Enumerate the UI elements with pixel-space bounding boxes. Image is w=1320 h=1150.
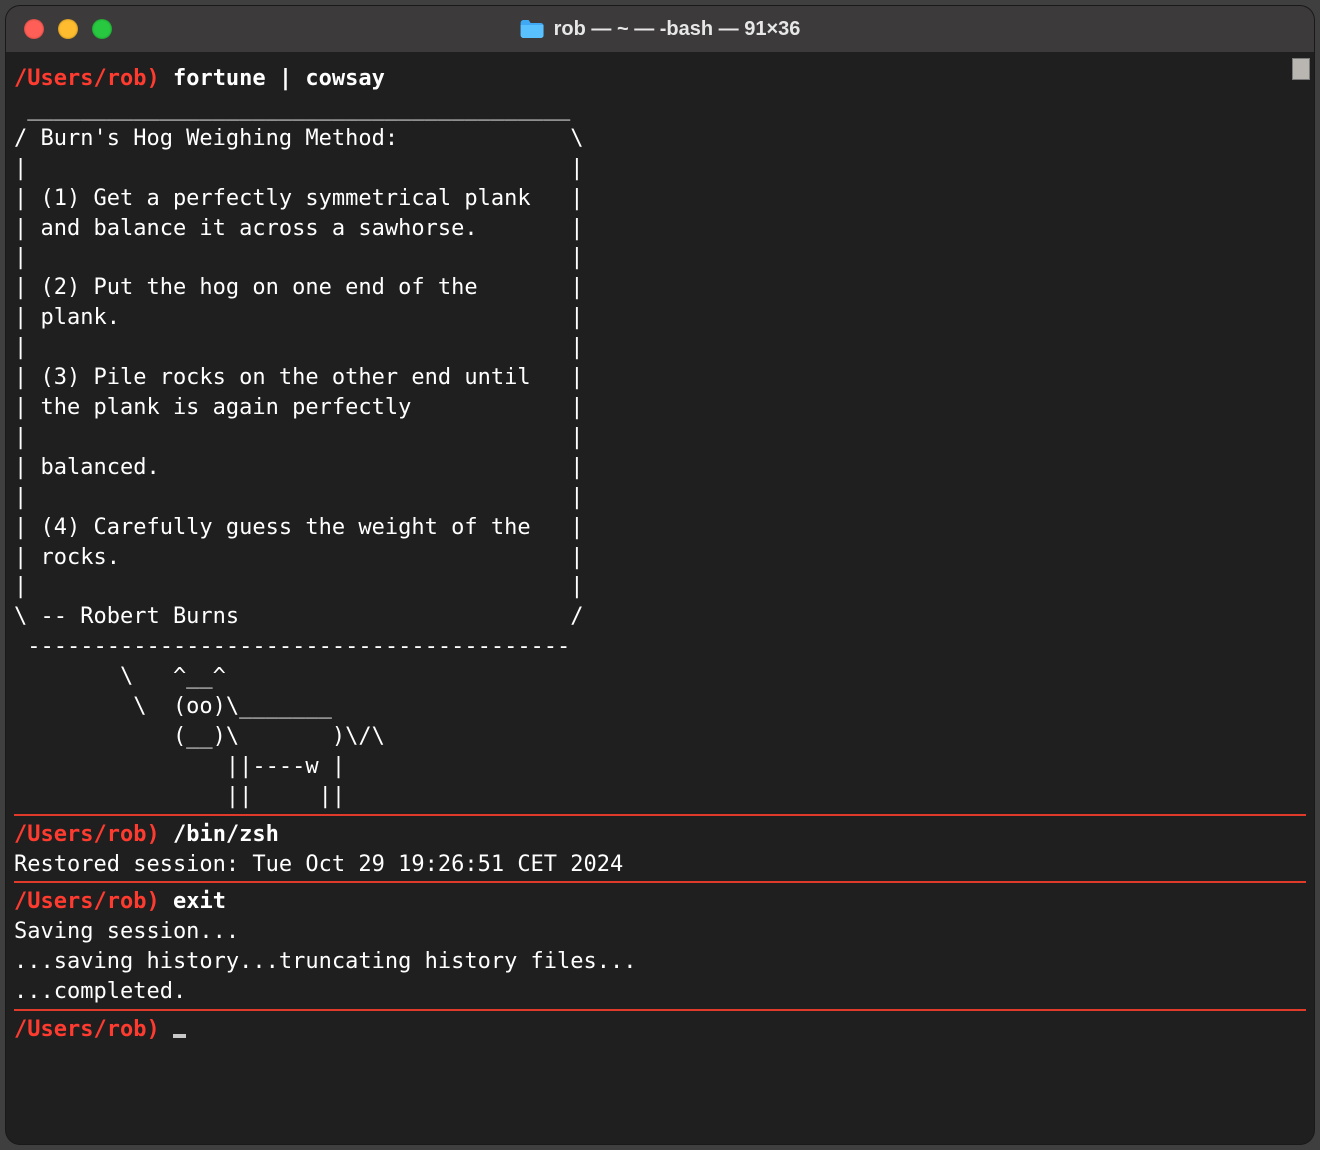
output-line: | (3) Pile rocks on the other end until … — [14, 363, 1306, 393]
output-line: \ ^__^ — [14, 662, 1306, 692]
output-line: | | — [14, 483, 1306, 513]
output-line: | balanced. | — [14, 453, 1306, 483]
window-controls — [6, 19, 112, 39]
folder-icon — [520, 20, 544, 38]
prompt-line: /Users/rob) fortune | cowsay — [14, 64, 1306, 94]
output-line: Restored session: Tue Oct 29 19:26:51 CE… — [14, 850, 1306, 880]
output-line: | | — [14, 423, 1306, 453]
command-divider — [14, 1009, 1306, 1011]
cursor-icon — [173, 1034, 186, 1038]
command-divider — [14, 881, 1306, 883]
output-line: | (1) Get a perfectly symmetrical plank … — [14, 184, 1306, 214]
output-line: | | — [14, 572, 1306, 602]
output-line: | | — [14, 243, 1306, 273]
scrollbar-thumb[interactable] — [1292, 58, 1310, 80]
prompt-line: /Users/rob) exit — [14, 887, 1306, 917]
prompt: /Users/rob) — [14, 822, 160, 847]
output-line: | and balance it across a sawhorse. | — [14, 214, 1306, 244]
prompt: /Users/rob) — [14, 889, 160, 914]
output-line: | | — [14, 154, 1306, 184]
minimize-icon[interactable] — [58, 19, 78, 39]
output-line: || || — [14, 782, 1306, 812]
command-divider — [14, 814, 1306, 816]
output-line: | the plank is again perfectly | — [14, 393, 1306, 423]
window-title-text: rob — ~ — -bash — 91×36 — [554, 18, 801, 41]
command: /bin/zsh — [173, 822, 279, 847]
terminal-window: rob — ~ — -bash — 91×36 /Users/rob) fort… — [6, 6, 1314, 1144]
output-line: \ -- Robert Burns / — [14, 602, 1306, 632]
titlebar[interactable]: rob — ~ — -bash — 91×36 — [6, 6, 1314, 52]
output-line: (__)\ )\/\ — [14, 722, 1306, 752]
command: fortune | cowsay — [173, 66, 385, 91]
prompt-line: /Users/rob) /bin/zsh — [14, 820, 1306, 850]
output-line: ----------------------------------------… — [14, 632, 1306, 662]
output-line: | (4) Carefully guess the weight of the … — [14, 513, 1306, 543]
output-line: | plank. | — [14, 303, 1306, 333]
close-icon[interactable] — [24, 19, 44, 39]
prompt: /Users/rob) — [14, 1017, 160, 1042]
output-line: / Burn's Hog Weighing Method: \ — [14, 124, 1306, 154]
window-title: rob — ~ — -bash — 91×36 — [520, 18, 801, 41]
output-line: | rocks. | — [14, 543, 1306, 573]
zoom-icon[interactable] — [92, 19, 112, 39]
output-line: | | — [14, 333, 1306, 363]
output-line: | (2) Put the hog on one end of the | — [14, 273, 1306, 303]
output-line: ||----w | — [14, 752, 1306, 782]
output-line: ...completed. — [14, 977, 1306, 1007]
command: exit — [173, 889, 226, 914]
prompt: /Users/rob) — [14, 66, 160, 91]
terminal-body[interactable]: /Users/rob) fortune | cowsay ___________… — [6, 52, 1314, 1144]
prompt-line[interactable]: /Users/rob) — [14, 1015, 1306, 1045]
output-line: ...saving history...truncating history f… — [14, 947, 1306, 977]
output-line: Saving session... — [14, 917, 1306, 947]
output-line: ________________________________________… — [14, 94, 1306, 124]
output-line: \ (oo)\_______ — [14, 692, 1306, 722]
